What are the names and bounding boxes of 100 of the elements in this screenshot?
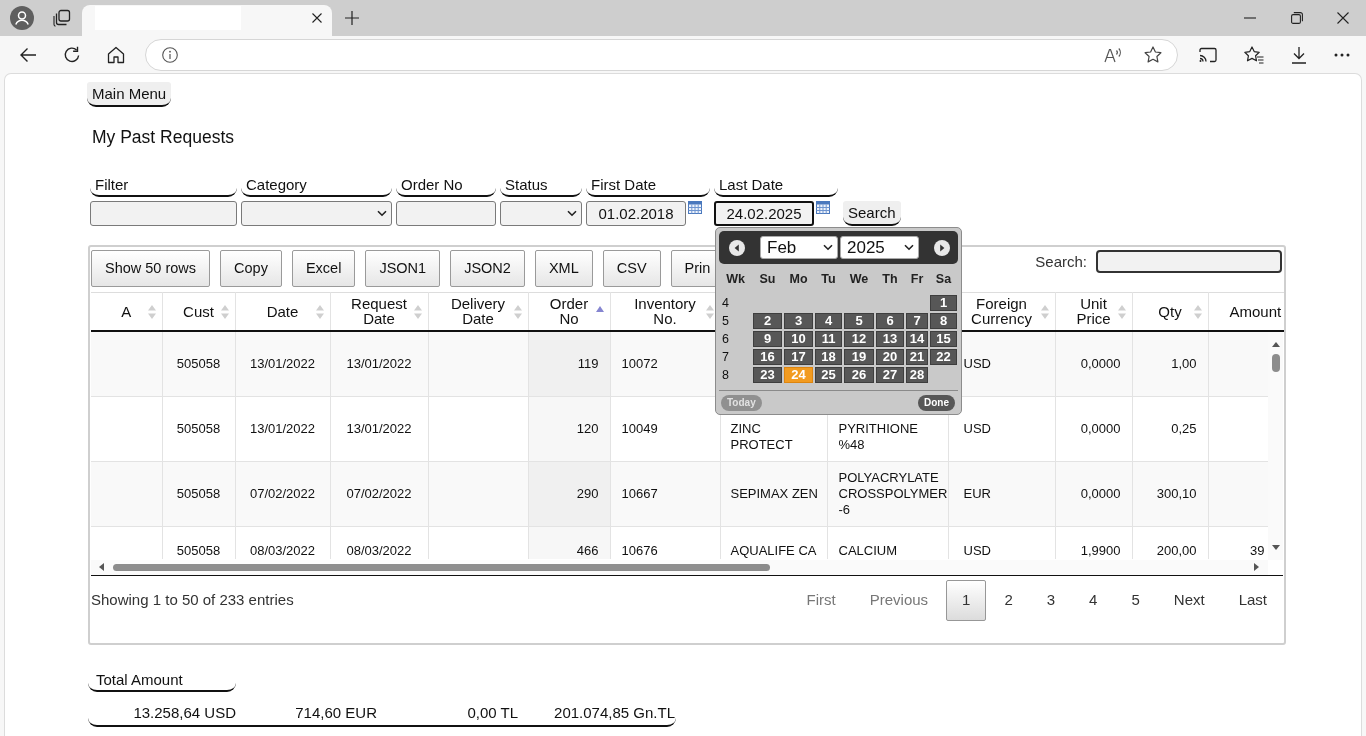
toolbar-button[interactable]: Copy <box>220 250 282 287</box>
column-header[interactable]: Delivery Date <box>428 292 528 331</box>
table-cell: CALCIUM <box>827 526 948 559</box>
column-header[interactable]: Order No <box>528 292 610 331</box>
toolbar-button[interactable]: CSV <box>602 250 661 287</box>
day-button[interactable]: 16 <box>753 349 782 365</box>
date-field[interactable]: 24.02.2025 <box>714 201 814 226</box>
dropdown-field[interactable] <box>241 201 392 226</box>
plus-icon[interactable] <box>345 11 359 25</box>
chevron-down-icon <box>567 210 577 217</box>
search-button[interactable]: Search <box>843 201 901 226</box>
toolbar-button[interactable]: Show 50 rows <box>91 250 211 287</box>
up-arrow-icon[interactable] <box>1271 341 1280 347</box>
day-button[interactable]: 27 <box>876 367 904 383</box>
home-icon[interactable] <box>107 45 125 64</box>
pagination-button[interactable]: 4 <box>1073 579 1114 621</box>
day-button[interactable]: 9 <box>753 331 782 347</box>
column-header[interactable]: Qty <box>1132 292 1208 331</box>
toolbar-button[interactable]: Excel <box>291 250 356 287</box>
day-button[interactable]: 21 <box>906 349 928 365</box>
horizontal-scrollbar[interactable] <box>91 559 1268 575</box>
text-field[interactable] <box>396 201 496 226</box>
dropdown-field[interactable] <box>500 201 582 226</box>
main-menu-button[interactable]: Main Menu <box>87 82 172 107</box>
scrollbar-thumb[interactable] <box>113 563 770 571</box>
month-select[interactable]: Feb <box>760 236 838 259</box>
pagination-button[interactable]: Last <box>1222 579 1283 621</box>
down-arrow-icon[interactable] <box>1271 544 1280 550</box>
day-button[interactable]: 6 <box>876 313 904 329</box>
day-button[interactable]: 8 <box>930 313 957 329</box>
column-header[interactable]: Unit Price <box>1055 292 1132 331</box>
table-cell: 07/02/2022 <box>330 461 428 527</box>
more-icon[interactable] <box>1334 52 1350 57</box>
day-button[interactable]: 18 <box>815 349 842 365</box>
date-field[interactable]: 01.02.2018 <box>586 201 686 226</box>
day-button[interactable]: 28 <box>906 367 928 383</box>
day-button[interactable]: 3 <box>784 313 813 329</box>
column-header[interactable]: Request Date <box>330 292 428 331</box>
refresh-icon[interactable] <box>63 45 81 64</box>
day-button[interactable]: 22 <box>930 349 957 365</box>
toolbar-button[interactable]: JSON2 <box>450 250 525 287</box>
table-cell: 1,00 <box>1132 331 1208 397</box>
day-button[interactable]: 26 <box>844 367 874 383</box>
field-label: Order No <box>396 173 496 197</box>
scrollbar-thumb[interactable] <box>1271 353 1280 372</box>
calendar-icon[interactable] <box>688 201 702 214</box>
total-label: Total Amount <box>88 668 236 692</box>
calendar-icon[interactable] <box>816 201 830 214</box>
restore-icon[interactable] <box>1291 12 1303 24</box>
day-button[interactable]: 11 <box>815 331 842 347</box>
weekday-label: Mo <box>788 270 809 288</box>
tabs-icon[interactable] <box>53 9 71 27</box>
column-header[interactable]: Amount <box>1208 292 1284 331</box>
download-icon[interactable] <box>1291 45 1307 64</box>
close-icon[interactable] <box>312 13 322 23</box>
day-button[interactable]: 23 <box>753 367 782 383</box>
day-button[interactable]: 19 <box>844 349 874 365</box>
day-button[interactable]: 25 <box>815 367 842 383</box>
table-cell: 08/03/2022 <box>235 526 330 559</box>
week-number: 4 <box>721 294 730 312</box>
day-button[interactable]: 7 <box>906 313 928 329</box>
info-icon[interactable] <box>162 46 178 63</box>
profile-icon[interactable] <box>10 6 34 30</box>
address-field[interactable] <box>145 38 1178 71</box>
day-button[interactable]: 5 <box>844 313 874 329</box>
left-arrow-icon[interactable] <box>99 563 104 571</box>
day-button[interactable]: 10 <box>784 331 813 347</box>
right-arrow-icon[interactable] <box>1254 563 1259 571</box>
star-icon[interactable] <box>1144 46 1162 63</box>
search-field[interactable] <box>1096 250 1282 273</box>
pagination-button[interactable]: 2 <box>988 579 1029 621</box>
vertical-scrollbar[interactable] <box>1268 331 1283 560</box>
table-cell: 200,00 <box>1132 526 1208 559</box>
pagination-button[interactable]: 1 <box>946 579 987 621</box>
column-header[interactable]: Date <box>235 292 330 331</box>
day-button[interactable]: 13 <box>876 331 904 347</box>
day-button[interactable]: 2 <box>753 313 782 329</box>
day-button[interactable]: 12 <box>844 331 874 347</box>
year-select[interactable]: 2025 <box>840 236 919 259</box>
table-cell: 505058 <box>162 396 235 462</box>
text-field[interactable] <box>90 201 237 226</box>
favorites-icon[interactable] <box>1244 45 1264 64</box>
pagination-button[interactable]: Next <box>1157 579 1221 621</box>
cast-icon[interactable] <box>1199 46 1217 63</box>
day-button[interactable]: 14 <box>906 331 928 347</box>
pagination-button[interactable]: 5 <box>1115 579 1156 621</box>
toolbar-button[interactable]: XML <box>534 250 593 287</box>
column-header[interactable]: Cust <box>162 292 235 331</box>
done-button[interactable]: Done <box>918 395 955 411</box>
close-icon[interactable] <box>1337 12 1349 24</box>
day-button[interactable]: 20 <box>876 349 904 365</box>
back-arrow-icon[interactable] <box>19 46 37 63</box>
day-button[interactable]: 17 <box>784 349 813 365</box>
column-header[interactable]: A <box>91 292 162 331</box>
day-button[interactable]: 4 <box>815 313 842 329</box>
toolbar-button[interactable]: JSON1 <box>365 250 441 287</box>
read-aloud-icon[interactable] <box>1104 46 1122 63</box>
weekday-label: Su <box>758 270 777 288</box>
pagination-button[interactable]: 3 <box>1030 579 1072 621</box>
day-button[interactable]: 1 <box>930 295 957 311</box>
